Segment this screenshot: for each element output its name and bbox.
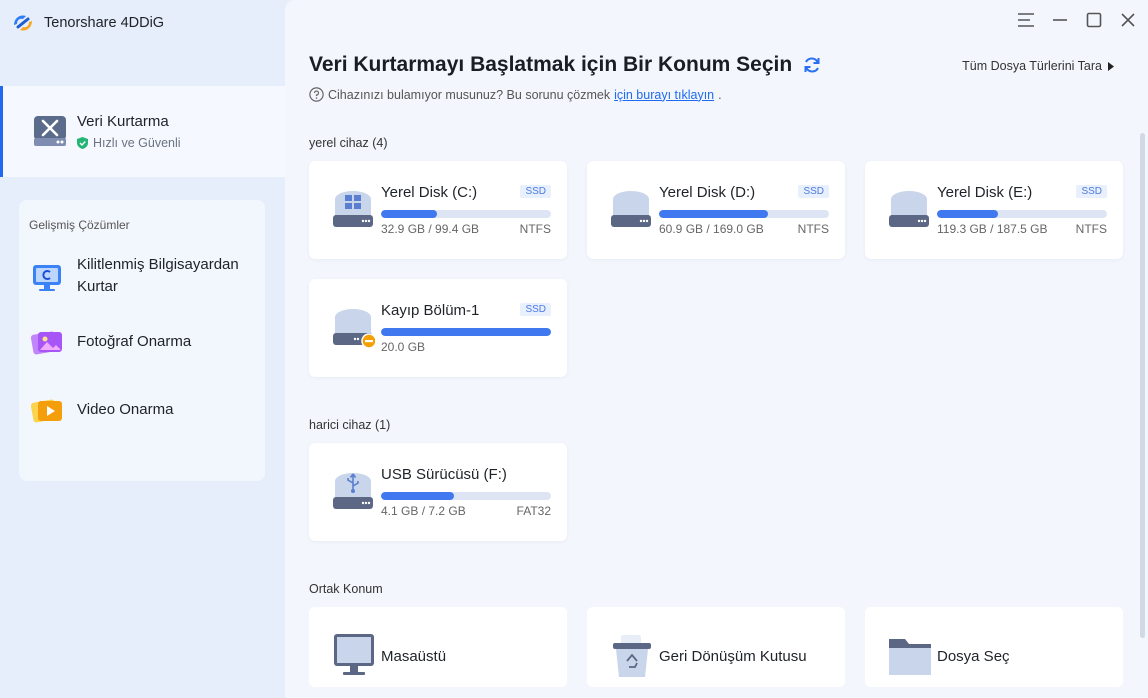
location-name: Geri Dönüşüm Kutusu bbox=[659, 648, 807, 665]
minimize-icon bbox=[1053, 19, 1067, 21]
disk-size: 4.1 GB / 7.2 GB bbox=[381, 504, 466, 518]
usb-disk-icon bbox=[333, 473, 373, 509]
file-system: NTFS bbox=[797, 222, 829, 236]
common-locations-label: Ortak Konum bbox=[309, 582, 383, 596]
windows-disk-icon bbox=[333, 191, 373, 227]
disk-name: Yerel Disk (C:) bbox=[381, 184, 478, 201]
photo-repair-icon bbox=[30, 331, 62, 355]
window-controls bbox=[1016, 10, 1138, 30]
lost-partition-icon bbox=[333, 309, 375, 349]
scrollbar[interactable] bbox=[1140, 133, 1145, 638]
sidebar-item-data-recovery[interactable]: Veri Kurtarma Hızlı ve Güvenli bbox=[0, 86, 285, 177]
locked-computer-label: Kilitlenmiş Bilgisayardan Kurtar bbox=[77, 256, 239, 295]
help-link[interactable]: için burayı tıklayın bbox=[614, 88, 714, 102]
usage-bar bbox=[659, 210, 829, 218]
usage-bar bbox=[937, 210, 1107, 218]
ssd-badge: SSD bbox=[520, 303, 551, 316]
menu-icon bbox=[1018, 13, 1034, 27]
disk-card-e[interactable]: Yerel Disk (E:) SSD 119.3 GB / 187.5 GB … bbox=[865, 161, 1123, 259]
help-text: Cihazınızı bulamıyor musunuz? Bu sorunu … bbox=[328, 87, 611, 102]
scan-all-file-types-link[interactable]: Tüm Dosya Türlerini Tara bbox=[962, 59, 1114, 73]
ssd-badge: SSD bbox=[798, 185, 829, 198]
usage-bar-fill bbox=[381, 210, 438, 218]
usage-bar-fill bbox=[381, 492, 455, 500]
usage-bar bbox=[381, 210, 551, 218]
advanced-solutions-panel: Gelişmiş Çözümler Kilitlenmiş Bilgisayar… bbox=[19, 200, 265, 481]
disk-size: 20.0 GB bbox=[381, 340, 426, 354]
main-panel: Veri Kurtarmayı Başlatmak için Bir Konum… bbox=[285, 0, 1148, 698]
disk-name: Yerel Disk (D:) bbox=[659, 184, 756, 201]
usage-bar-fill bbox=[659, 210, 768, 218]
desktop-icon bbox=[334, 634, 374, 675]
folder-icon bbox=[889, 639, 931, 675]
ssd-badge: SSD bbox=[520, 185, 551, 198]
data-recovery-icon bbox=[34, 116, 66, 146]
question-circle-icon bbox=[309, 87, 324, 102]
disk-name: USB Sürücüsü (F:) bbox=[381, 466, 507, 483]
disk-card-d[interactable]: Yerel Disk (D:) SSD 60.9 GB / 169.0 GB N… bbox=[587, 161, 845, 259]
location-recycle-bin[interactable]: Geri Dönüşüm Kutusu bbox=[587, 607, 845, 687]
disk-name: Yerel Disk (E:) bbox=[937, 184, 1033, 201]
usage-bar bbox=[381, 328, 551, 336]
disk-name: Kayıp Bölüm-1 bbox=[381, 302, 480, 319]
brand: Tenorshare 4DDiG bbox=[10, 10, 164, 36]
disk-card-c[interactable]: Yerel Disk (C:) SSD 32.9 GB / 99.4 GB NT… bbox=[309, 161, 567, 259]
page-title-row: Veri Kurtarmayı Başlatmak için Bir Konum… bbox=[309, 53, 822, 77]
locked-computer-icon bbox=[33, 265, 61, 291]
page-title: Veri Kurtarmayı Başlatmak için Bir Konum… bbox=[309, 53, 793, 76]
location-name: Dosya Seç bbox=[937, 648, 1010, 665]
sidebar-item-video-repair[interactable]: Video Onarma bbox=[29, 392, 259, 428]
file-system: NTFS bbox=[519, 222, 551, 236]
refresh-icon[interactable] bbox=[802, 55, 822, 75]
app-logo-icon bbox=[14, 15, 32, 31]
close-icon bbox=[1121, 13, 1135, 27]
usb-drive-card[interactable]: USB Sürücüsü (F:) 4.1 GB / 7.2 GB FAT32 bbox=[309, 443, 567, 541]
caret-right-icon bbox=[1108, 61, 1114, 71]
data-recovery-subtitle: Hızlı ve Güvenli bbox=[77, 136, 181, 150]
sidebar-item-locked-computer[interactable]: Kilitlenmiş Bilgisayardan Kurtar bbox=[29, 254, 259, 298]
disk-size: 119.3 GB / 187.5 GB bbox=[937, 222, 1048, 236]
location-name: Masaüstü bbox=[381, 648, 447, 665]
video-repair-label: Video Onarma bbox=[77, 401, 174, 418]
sidebar-item-photo-repair[interactable]: Fotoğraf Onarma bbox=[29, 324, 259, 360]
location-desktop[interactable]: Masaüstü bbox=[309, 607, 567, 687]
usage-bar bbox=[381, 492, 551, 500]
location-select-folder[interactable]: Dosya Seç bbox=[865, 607, 1123, 687]
lost-partition-card[interactable]: Kayıp Bölüm-1 SSD 20.0 GB bbox=[309, 279, 567, 377]
minimize-button[interactable] bbox=[1050, 10, 1070, 30]
disk-icon bbox=[611, 191, 651, 227]
data-recovery-title: Veri Kurtarma bbox=[77, 113, 169, 130]
disk-size: 32.9 GB / 99.4 GB bbox=[381, 222, 480, 236]
external-devices-label: harici cihaz (1) bbox=[309, 418, 391, 432]
menu-button[interactable] bbox=[1016, 10, 1036, 30]
video-repair-icon bbox=[30, 399, 62, 423]
file-system: NTFS bbox=[1075, 222, 1107, 236]
recycle-bin-icon bbox=[613, 635, 651, 677]
app-name: Tenorshare 4DDiG bbox=[44, 15, 165, 31]
maximize-icon bbox=[1086, 12, 1102, 28]
sidebar: Tenorshare 4DDiG Veri Kurtarma Hızlı ve … bbox=[0, 0, 285, 698]
usage-bar-fill bbox=[937, 210, 999, 218]
advanced-solutions-title: Gelişmiş Çözümler bbox=[29, 218, 130, 232]
shield-check-icon bbox=[77, 137, 88, 149]
photo-repair-label: Fotoğraf Onarma bbox=[77, 333, 192, 350]
close-button[interactable] bbox=[1118, 10, 1138, 30]
ssd-badge: SSD bbox=[1076, 185, 1107, 198]
help-line: Cihazınızı bulamıyor musunuz? Bu sorunu … bbox=[309, 87, 722, 102]
disk-size: 60.9 GB / 169.0 GB bbox=[659, 222, 764, 236]
local-devices-label: yerel cihaz (4) bbox=[309, 136, 388, 150]
disk-icon bbox=[889, 191, 929, 227]
maximize-button[interactable] bbox=[1084, 10, 1104, 30]
file-system: FAT32 bbox=[516, 504, 551, 518]
usage-bar-fill bbox=[381, 328, 551, 336]
data-recovery-subtitle-text: Hızlı ve Güvenli bbox=[93, 136, 181, 150]
scan-all-label: Tüm Dosya Türlerini Tara bbox=[962, 59, 1102, 73]
help-end: . bbox=[718, 87, 722, 102]
